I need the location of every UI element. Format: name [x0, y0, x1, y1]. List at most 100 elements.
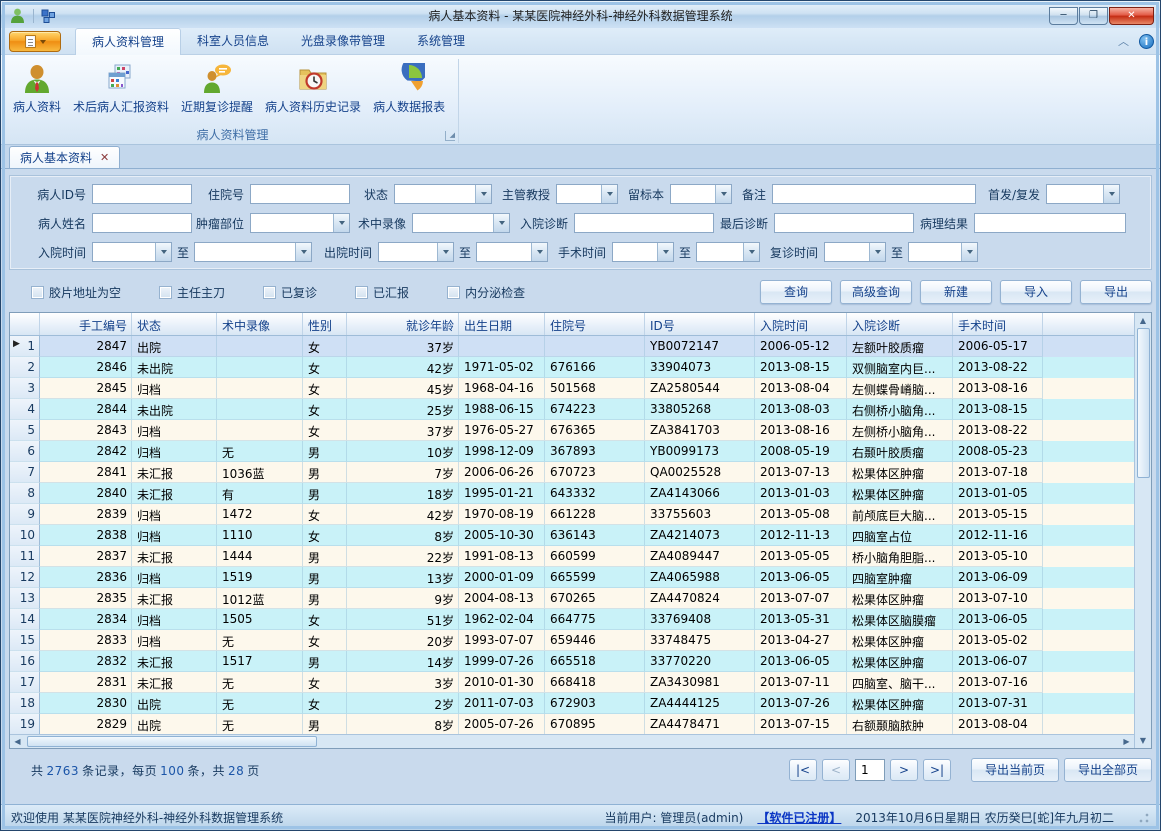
table-row[interactable]: 112837未汇报1444男22岁1991-08-13660599ZA40894… — [10, 546, 1134, 567]
table-row[interactable]: 102838归档1110女8岁2005-10-30636143ZA4214073… — [10, 525, 1134, 546]
last-page-button[interactable]: >| — [923, 759, 951, 781]
vertical-scroll-thumb[interactable] — [1137, 328, 1150, 478]
ribbon-item-data-report[interactable]: 病人数据报表 — [367, 61, 451, 117]
dropdown-arrow-icon[interactable] — [493, 214, 509, 232]
surgery-date-to-select[interactable] — [696, 242, 760, 262]
patient-id-input[interactable] — [92, 184, 192, 204]
vertical-scrollbar[interactable]: ▲ ▼ — [1134, 313, 1151, 748]
scroll-up-icon[interactable]: ▲ — [1135, 313, 1151, 328]
filter-checkbox-0[interactable]: 胶片地址为空 — [31, 284, 121, 301]
column-header[interactable]: 状态 — [132, 313, 217, 335]
scroll-left-icon[interactable]: ◀ — [10, 735, 25, 748]
checkbox-icon[interactable] — [355, 286, 368, 299]
status-select[interactable] — [394, 184, 492, 204]
prev-page-button[interactable]: < — [822, 759, 850, 781]
table-row[interactable]: 142834归档1505女51岁1962-02-0466477533769408… — [10, 609, 1134, 630]
table-row[interactable]: 182830出院无女2岁2011-07-03672903ZA4444125201… — [10, 693, 1134, 714]
current-page-input[interactable]: 1 — [855, 759, 885, 781]
ribbon-item-followup-reminder[interactable]: 近期复诊提醒 — [175, 61, 259, 117]
table-row[interactable]: 132835未汇报1012蓝男9岁2004-08-13670265ZA44708… — [10, 588, 1134, 609]
pathology-input[interactable] — [974, 213, 1126, 233]
dropdown-arrow-icon[interactable] — [155, 243, 171, 261]
column-header[interactable]: ID号 — [645, 313, 755, 335]
column-header[interactable]: 手术时间 — [953, 313, 1043, 335]
column-header[interactable]: 入院时间 — [755, 313, 847, 335]
column-header[interactable] — [10, 313, 40, 335]
dropdown-arrow-icon[interactable] — [1103, 185, 1119, 203]
table-row[interactable]: ▶12847出院女37岁YB00721472006-05-12左额叶胶质瘤200… — [10, 336, 1134, 357]
ribbon-tab-staff-info[interactable]: 科室人员信息 — [181, 28, 285, 54]
column-header[interactable]: 就诊年龄 — [347, 313, 459, 335]
table-row[interactable]: 52843归档女37岁1976-05-27676365ZA38417032013… — [10, 420, 1134, 441]
table-row[interactable]: 82840未汇报有男18岁1995-01-21643332ZA414306620… — [10, 483, 1134, 504]
professor-select[interactable] — [556, 184, 618, 204]
dropdown-arrow-icon[interactable] — [531, 243, 547, 261]
column-header[interactable]: 手工编号 — [40, 313, 132, 335]
discharge-date-from-select[interactable] — [378, 242, 454, 262]
export-all-pages-button[interactable]: 导出全部页 — [1064, 758, 1152, 782]
filter-checkbox-1[interactable]: 主任主刀 — [159, 284, 225, 301]
admit-date-from-select[interactable] — [92, 242, 172, 262]
ribbon-item-postop-report[interactable]: 术后病人汇报资料 — [67, 61, 175, 117]
dropdown-arrow-icon[interactable] — [333, 214, 349, 232]
dropdown-arrow-icon[interactable] — [295, 243, 311, 261]
dropdown-arrow-icon[interactable] — [715, 185, 731, 203]
scroll-down-icon[interactable]: ▼ — [1135, 733, 1151, 748]
filter-checkbox-3[interactable]: 已汇报 — [355, 284, 409, 301]
table-row[interactable]: 162832未汇报1517男14岁1999-07-266655183377022… — [10, 651, 1134, 672]
dropdown-arrow-icon[interactable] — [475, 185, 491, 203]
specimen-select[interactable] — [670, 184, 732, 204]
ribbon-tab-patient-management[interactable]: 病人资料管理 — [75, 28, 181, 55]
action-button-1[interactable]: 高级查询 — [840, 280, 912, 304]
table-row[interactable]: 92839归档1472女42岁1970-08-19661228337556032… — [10, 504, 1134, 525]
admit-date-to-select[interactable] — [194, 242, 312, 262]
dropdown-arrow-icon[interactable] — [437, 243, 453, 261]
title-bar[interactable]: 病人基本资料 - 某某医院神经外科-神经外科数据管理系统 ─ ❐ ✕ — [1, 1, 1160, 28]
filter-checkbox-4[interactable]: 内分泌检查 — [447, 284, 525, 301]
discharge-date-to-select[interactable] — [476, 242, 548, 262]
first-recur-select[interactable] — [1046, 184, 1120, 204]
ribbon-item-history-record[interactable]: 病人资料历史记录 — [259, 61, 367, 117]
tumor-site-select[interactable] — [250, 213, 350, 233]
patient-name-input[interactable] — [92, 213, 192, 233]
followup-date-to-select[interactable] — [908, 242, 978, 262]
table-row[interactable]: 152833归档无女20岁1993-07-0765944633748475201… — [10, 630, 1134, 651]
intraop-video-select[interactable] — [412, 213, 510, 233]
table-row[interactable]: 192829出院无男8岁2005-07-26670895ZA4478471201… — [10, 714, 1134, 734]
surgery-date-from-select[interactable] — [612, 242, 674, 262]
dropdown-arrow-icon[interactable] — [601, 185, 617, 203]
registered-link[interactable]: 【软件已注册】 — [757, 809, 841, 826]
resize-grip[interactable] — [1138, 812, 1150, 824]
admission-diag-input[interactable] — [574, 213, 714, 233]
minimize-button[interactable]: ─ — [1049, 7, 1078, 25]
next-page-button[interactable]: > — [890, 759, 918, 781]
checkbox-icon[interactable] — [159, 286, 172, 299]
action-button-3[interactable]: 导入 — [1000, 280, 1072, 304]
action-button-4[interactable]: 导出 — [1080, 280, 1152, 304]
filter-checkbox-2[interactable]: 已复诊 — [263, 284, 317, 301]
column-header[interactable]: 入院诊断 — [847, 313, 953, 335]
close-tab-icon[interactable]: ✕ — [100, 151, 109, 164]
column-header[interactable]: 术中录像 — [217, 313, 303, 335]
checkbox-icon[interactable] — [31, 286, 44, 299]
dropdown-arrow-icon[interactable] — [961, 243, 977, 261]
first-page-button[interactable]: |< — [789, 759, 817, 781]
column-header[interactable]: 性别 — [303, 313, 347, 335]
table-row[interactable]: 22846未出院女42岁1971-05-02676166339040732013… — [10, 357, 1134, 378]
dropdown-arrow-icon[interactable] — [743, 243, 759, 261]
info-icon[interactable]: i — [1139, 34, 1154, 49]
table-row[interactable]: 122836归档1519男13岁2000-01-09665599ZA406598… — [10, 567, 1134, 588]
column-header[interactable]: 住院号 — [545, 313, 645, 335]
final-diag-input[interactable] — [774, 213, 914, 233]
ribbon-tab-system-management[interactable]: 系统管理 — [401, 28, 481, 54]
checkbox-icon[interactable] — [263, 286, 276, 299]
ribbon-tab-disc-management[interactable]: 光盘录像带管理 — [285, 28, 401, 54]
close-button[interactable]: ✕ — [1109, 7, 1154, 25]
remark-input[interactable] — [772, 184, 976, 204]
table-row[interactable]: 172831未汇报无女3岁2010-01-30668418ZA343098120… — [10, 672, 1134, 693]
export-current-page-button[interactable]: 导出当前页 — [971, 758, 1059, 782]
column-header[interactable]: 出生日期 — [459, 313, 545, 335]
group-dialog-launcher-icon[interactable]: ◢ — [445, 131, 455, 141]
table-row[interactable]: 42844未出院女25岁1988-06-15674223338052682013… — [10, 399, 1134, 420]
horizontal-scrollbar[interactable]: ◀ ▶ — [10, 734, 1134, 748]
